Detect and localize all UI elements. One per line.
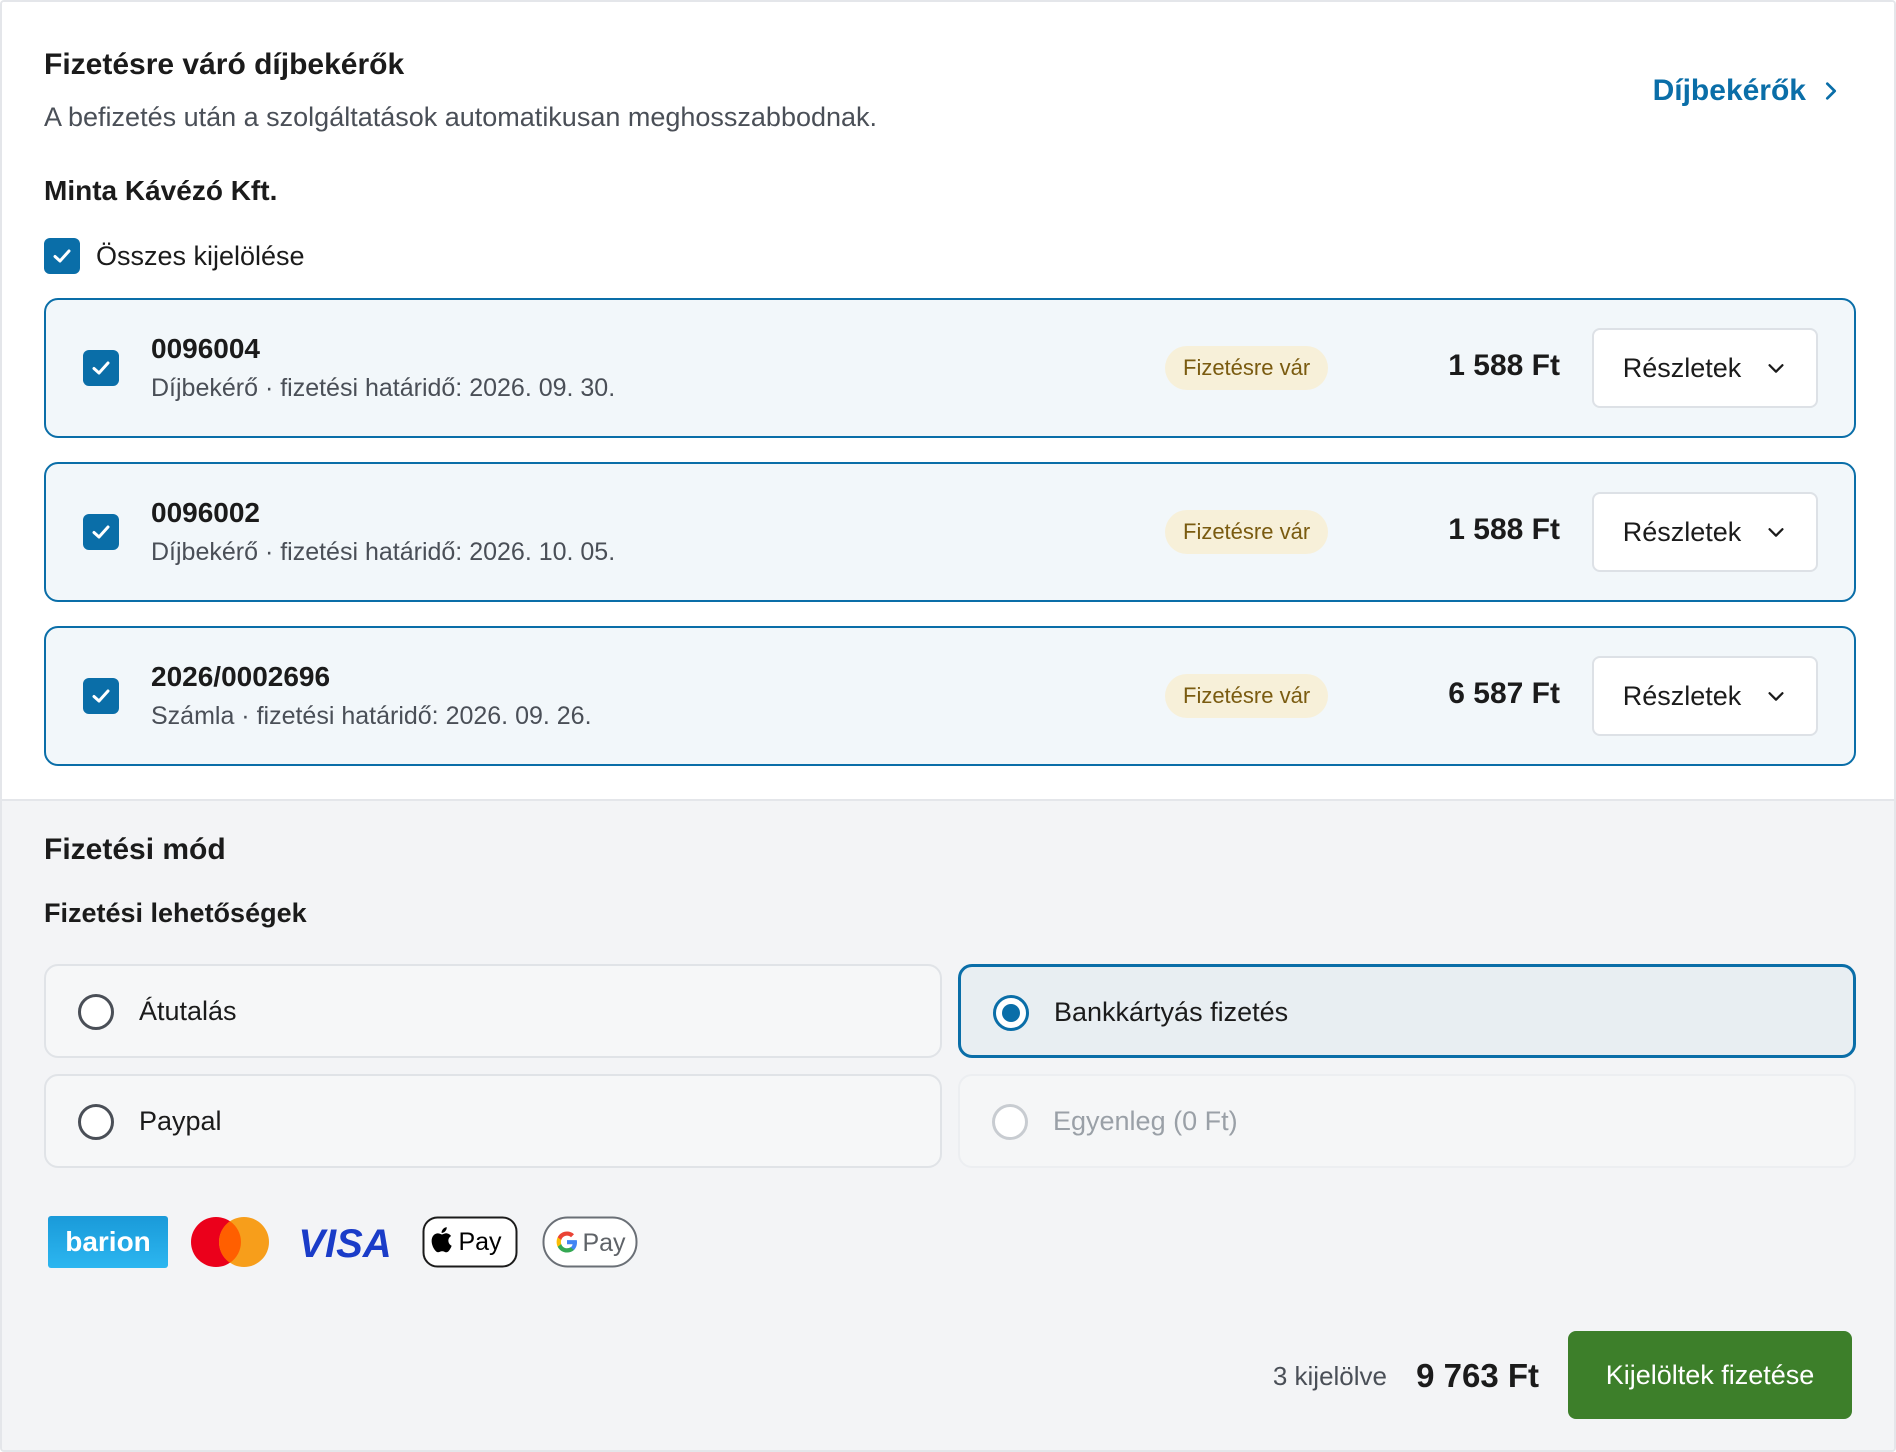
chevron-down-icon	[1768, 528, 1784, 537]
status-badge: Fizetésre vár	[1165, 346, 1329, 390]
selected-total: 9 763 Ft	[1416, 1357, 1539, 1394]
invoice-number: 2026/0002696	[151, 661, 331, 692]
invoice-amount: 6 587 Ft	[1448, 677, 1560, 710]
invoice-description: Díjbekérő · fizetési határidő: 2026. 09.…	[151, 374, 616, 402]
checkmark-icon	[92, 689, 110, 703]
payment-options-subtitle: Fizetési lehetőségek	[44, 898, 307, 928]
select-all-label: Összes kijelölése	[96, 240, 305, 271]
mastercard-logo-icon	[191, 1217, 269, 1267]
checkmark-icon	[92, 361, 110, 375]
item-checkbox[interactable]	[83, 678, 119, 714]
invoice-amount: 1 588 Ft	[1448, 513, 1560, 546]
payment-option-label: Egyenleg (0 Ft)	[1053, 1106, 1238, 1136]
apple-pay-logo-icon: Pay	[422, 1216, 518, 1268]
pending-invoices-section: Fizetésre váró díjbekérők A befizetés ut…	[2, 2, 1894, 799]
details-button[interactable]: Részletek	[1592, 492, 1818, 572]
details-button-label: Részletek	[1622, 352, 1742, 383]
invoices-link-label: Díjbekérők	[1652, 74, 1806, 107]
checkmark-icon	[92, 525, 110, 539]
barion-logo-text: barion	[65, 1226, 151, 1257]
radio-unselected-icon[interactable]	[78, 1104, 114, 1140]
payment-method-title: Fizetési mód	[44, 833, 226, 866]
payment-option-transfer[interactable]: Átutalás	[44, 964, 942, 1058]
selected-count: 3 kijelölve	[1272, 1361, 1387, 1391]
chevron-right-icon	[1825, 82, 1837, 100]
payment-option-balance: Egyenleg (0 Ft)	[958, 1074, 1856, 1168]
payment-panel: Fizetésre váró díjbekérők A befizetés ut…	[0, 0, 1896, 1452]
radio-disabled-icon	[992, 1104, 1028, 1140]
payment-method-section: Fizetési mód Fizetési lehetőségek Átutal…	[2, 799, 1894, 1450]
page-title: Fizetésre váró díjbekérők	[44, 48, 405, 81]
invoices-link[interactable]: Díjbekérők	[1653, 74, 1842, 108]
payment-option-label: Paypal	[139, 1106, 222, 1136]
invoice-number: 0096002	[151, 497, 261, 528]
select-all-checkbox[interactable]: Összes kijelölése	[44, 238, 305, 274]
status-badge: Fizetésre vár	[1165, 510, 1329, 554]
details-button-label: Részletek	[1622, 680, 1742, 711]
payment-option-label: Átutalás	[139, 996, 237, 1026]
invoice-item[interactable]: 0096004 Díjbekérő · fizetési határidő: 2…	[44, 298, 1856, 438]
invoice-description: Számla · fizetési határidő: 2026. 09. 26…	[151, 702, 592, 730]
visa-logo-text: VISA	[298, 1222, 391, 1266]
page-subtitle: A befizetés után a szolgáltatások automa…	[44, 102, 878, 132]
pay-selected-button[interactable]: Kijelöltek fizetése	[1568, 1331, 1852, 1419]
company-name: Minta Kávézó Kft.	[44, 175, 278, 206]
payment-option-card[interactable]: Bankkártyás fizetés	[958, 964, 1856, 1058]
checkbox-checked-icon[interactable]	[44, 238, 80, 274]
invoice-description: Díjbekérő · fizetési határidő: 2026. 10.…	[151, 538, 616, 566]
radio-unselected-icon[interactable]	[78, 994, 114, 1030]
chevron-down-icon	[1768, 364, 1784, 373]
apple-pay-text: Pay	[458, 1228, 502, 1256]
invoice-number: 0096004	[151, 333, 261, 364]
status-badge: Fizetésre vár	[1165, 674, 1329, 718]
details-button[interactable]: Részletek	[1592, 656, 1818, 736]
item-checkbox[interactable]	[83, 350, 119, 386]
invoice-item[interactable]: 2026/0002696 Számla · fizetési határidő:…	[44, 626, 1856, 766]
radio-selected-icon[interactable]	[993, 995, 1029, 1031]
details-button-label: Részletek	[1622, 516, 1742, 547]
visa-logo-icon: VISA	[298, 1222, 391, 1266]
payment-option-paypal[interactable]: Paypal	[44, 1074, 942, 1168]
barion-logo-icon: barion	[48, 1216, 168, 1268]
details-button[interactable]: Részletek	[1592, 328, 1818, 408]
google-pay-logo-icon: Pay	[542, 1216, 638, 1268]
invoice-amount: 1 588 Ft	[1448, 349, 1560, 382]
payment-option-label: Bankkártyás fizetés	[1054, 997, 1289, 1027]
invoice-item[interactable]: 0096002 Díjbekérő · fizetési határidő: 2…	[44, 462, 1856, 602]
google-pay-text: Pay	[582, 1229, 626, 1257]
item-checkbox[interactable]	[83, 514, 119, 550]
chevron-down-icon	[1768, 692, 1784, 701]
